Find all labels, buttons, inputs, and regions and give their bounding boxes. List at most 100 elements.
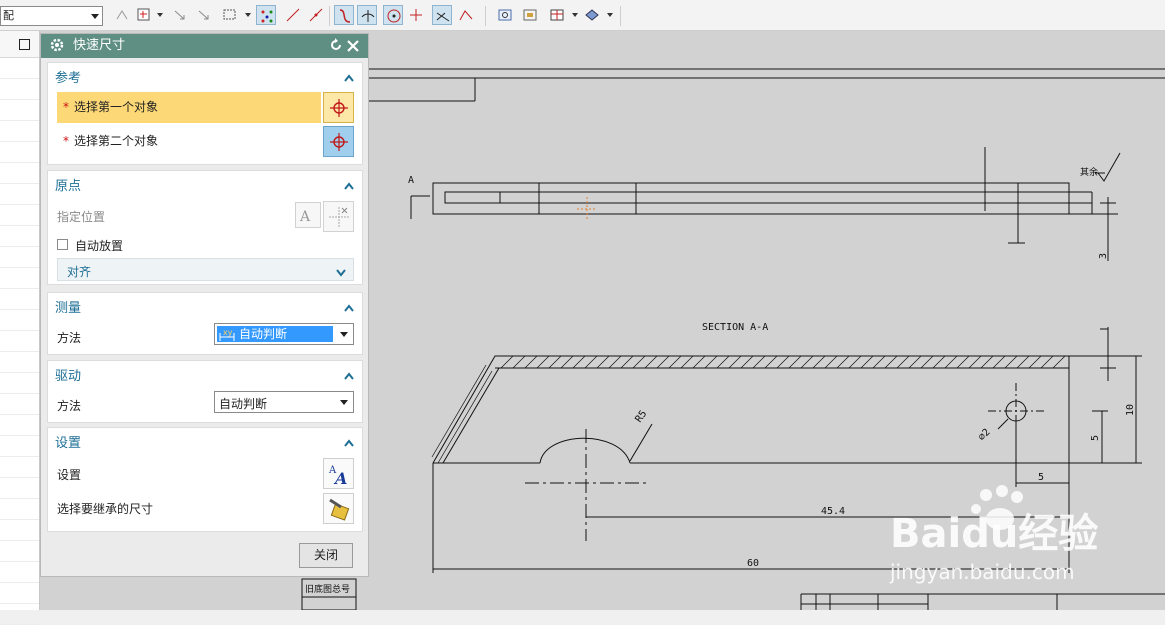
- navigator-row[interactable]: [0, 562, 39, 583]
- point-filter-icon[interactable]: [134, 5, 154, 25]
- crosshair-icon: [330, 133, 348, 151]
- navigator-row[interactable]: [0, 415, 39, 436]
- navigator-row[interactable]: [0, 394, 39, 415]
- settings-group-header[interactable]: 设置: [48, 428, 362, 452]
- pick-first-object-button[interactable]: [323, 92, 354, 123]
- navigator-row[interactable]: [0, 121, 39, 142]
- navigator-row[interactable]: [0, 184, 39, 205]
- chevron-up-icon[interactable]: [344, 369, 354, 383]
- dim-5-horizontal: 5: [1038, 472, 1044, 483]
- arrow-tool-2-icon[interactable]: [194, 5, 214, 25]
- select-first-object-row[interactable]: * 选择第一个对象: [57, 92, 321, 123]
- arrow-tool-icon[interactable]: [170, 5, 190, 25]
- chevron-up-icon[interactable]: [344, 436, 354, 450]
- text-style-icon: AA: [328, 465, 347, 486]
- reset-icon[interactable]: [328, 37, 344, 62]
- navigator-row[interactable]: [0, 373, 39, 394]
- reference-group: 参考 * 选择第一个对象 * 选择第二个对象: [47, 62, 363, 165]
- navigator-row[interactable]: [0, 226, 39, 247]
- reference-group-header[interactable]: 参考: [48, 63, 362, 87]
- navigator-row[interactable]: [0, 478, 39, 499]
- chevron-down-icon[interactable]: [336, 266, 346, 280]
- chevron-up-icon[interactable]: [344, 179, 354, 193]
- navigator-row[interactable]: [0, 583, 39, 604]
- dropdown-arrow-icon[interactable]: [157, 13, 163, 17]
- navigator-row[interactable]: [0, 499, 39, 520]
- top-view-outline: [432, 182, 1070, 215]
- display-tool-icon[interactable]: [582, 5, 602, 25]
- assembly-select[interactable]: 配: [0, 6, 103, 26]
- gear-icon[interactable]: [49, 37, 65, 62]
- intersect-icon[interactable]: [432, 5, 452, 25]
- table-tool-icon[interactable]: [547, 5, 567, 25]
- toolbar-separator: [329, 6, 330, 26]
- perpendicular-icon[interactable]: [357, 5, 377, 25]
- driving-group: 驱动 方法 自动判断: [47, 360, 363, 423]
- measurement-group-header[interactable]: 测量: [48, 293, 362, 317]
- dim-45-4: 45.4: [821, 506, 845, 517]
- curve-tool-icon[interactable]: [334, 5, 354, 25]
- line-tool-2-icon[interactable]: [306, 5, 326, 25]
- chevron-up-icon[interactable]: [344, 301, 354, 315]
- navigator-row[interactable]: [0, 58, 39, 79]
- dim-diameter: ⌀2: [976, 427, 992, 443]
- navigator-row[interactable]: [0, 79, 39, 100]
- settings-style-button[interactable]: AA: [323, 458, 354, 489]
- driving-group-header[interactable]: 驱动: [48, 361, 362, 385]
- crosshair-icon[interactable]: [406, 5, 426, 25]
- view-tool-icon[interactable]: [495, 5, 515, 25]
- angle-tool-icon[interactable]: [456, 5, 476, 25]
- navigator-row[interactable]: [0, 457, 39, 478]
- text-placement-button[interactable]: A: [295, 202, 321, 228]
- dialog-title-bar: 快速尺寸: [41, 34, 368, 58]
- navigator-row[interactable]: [0, 289, 39, 310]
- driving-method-select[interactable]: 自动判断: [214, 391, 354, 413]
- inherit-brush-icon: [329, 498, 350, 521]
- chevron-up-icon[interactable]: [344, 71, 354, 85]
- navigator-row[interactable]: [0, 604, 39, 625]
- navigator-row[interactable]: [0, 205, 39, 226]
- navigator-row[interactable]: [0, 436, 39, 457]
- auto-place-checkbox[interactable]: [57, 239, 68, 250]
- navigator-row[interactable]: [0, 247, 39, 268]
- pick-second-object-button[interactable]: [323, 126, 354, 157]
- image-tool-icon[interactable]: [520, 5, 540, 25]
- navigator-row[interactable]: [0, 310, 39, 331]
- navigator-row[interactable]: [0, 520, 39, 541]
- specify-location-label: 指定位置: [57, 210, 106, 224]
- navigator-row[interactable]: [0, 163, 39, 184]
- chevron-down-icon: [91, 14, 99, 19]
- section-outline: [432, 355, 1070, 464]
- navigator-row[interactable]: [0, 268, 39, 289]
- align-subsection[interactable]: 对齐: [57, 258, 354, 281]
- origin-tool-button[interactable]: [323, 201, 354, 232]
- baidu-watermark: Baidu经验 jingyan.baidu.com: [888, 485, 1118, 595]
- inherit-dimension-button[interactable]: [323, 493, 354, 524]
- navigator-row[interactable]: [0, 331, 39, 352]
- dropdown-arrow-icon[interactable]: [607, 13, 613, 17]
- dropdown-arrow-icon[interactable]: [245, 13, 251, 17]
- box-select-icon[interactable]: [220, 5, 240, 25]
- navigator-row[interactable]: [0, 541, 39, 562]
- close-button[interactable]: 关闭: [299, 543, 353, 568]
- origin-group-header[interactable]: 原点: [48, 171, 362, 195]
- required-star: *: [63, 100, 69, 114]
- snap-points-icon[interactable]: [256, 5, 276, 25]
- view-marker: A: [408, 175, 414, 186]
- circle-center-icon[interactable]: [383, 5, 403, 25]
- line-tool-icon[interactable]: [283, 5, 303, 25]
- select-second-object-row[interactable]: * 选择第二个对象: [57, 126, 321, 157]
- maximize-icon[interactable]: [19, 39, 30, 50]
- chevron-down-icon[interactable]: [340, 332, 348, 337]
- navigator-header: [0, 31, 39, 58]
- measurement-method-select[interactable]: xy 自动判断: [214, 323, 354, 345]
- navigator-row[interactable]: [0, 100, 39, 121]
- align-label: 对齐: [67, 265, 92, 279]
- navigator-row[interactable]: [0, 352, 39, 373]
- snap-icon[interactable]: [112, 5, 132, 25]
- dropdown-arrow-icon[interactable]: [572, 13, 578, 17]
- chevron-down-icon[interactable]: [340, 400, 348, 405]
- close-icon[interactable]: [346, 38, 360, 62]
- svg-text:A: A: [333, 469, 347, 486]
- navigator-row[interactable]: [0, 142, 39, 163]
